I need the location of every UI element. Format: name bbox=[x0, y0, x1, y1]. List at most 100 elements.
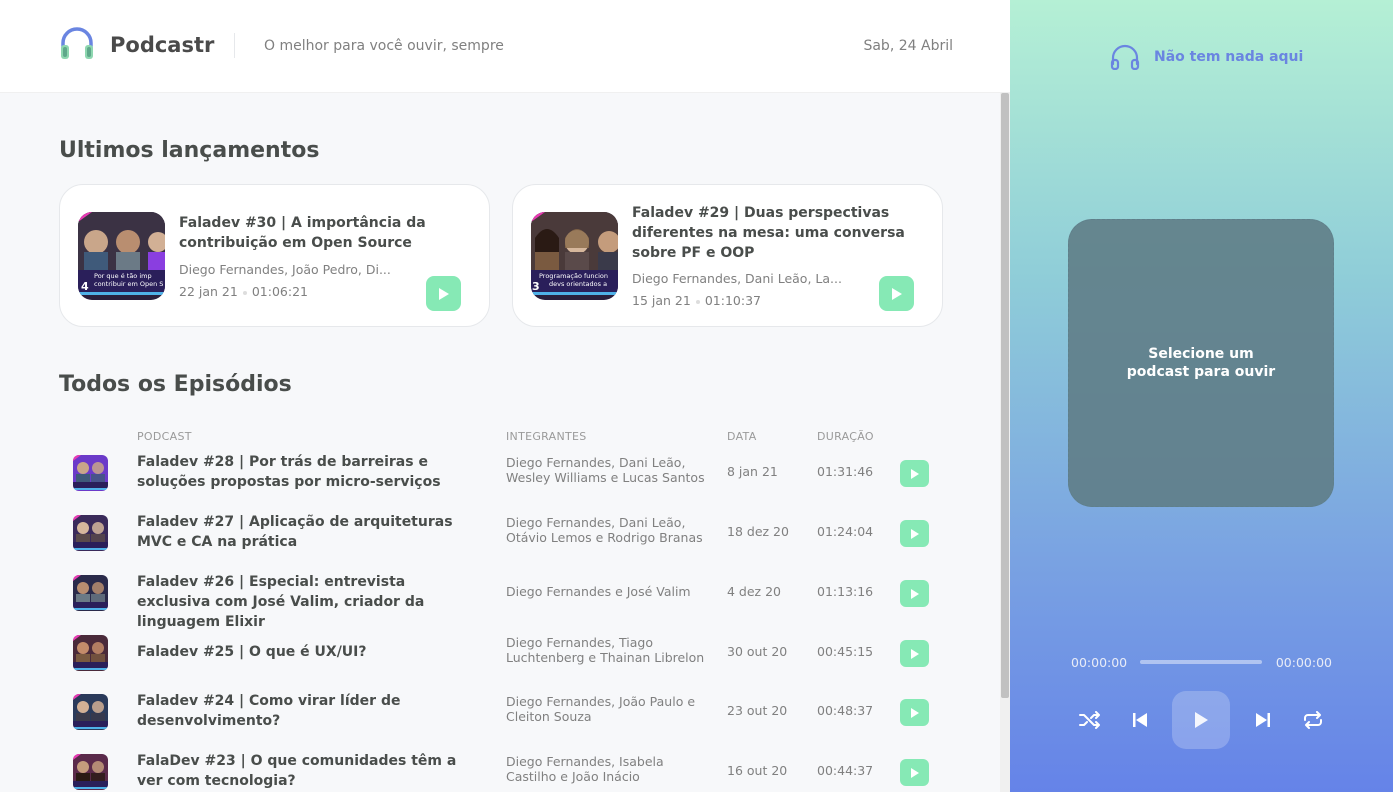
table-row: FalaDev #23 | O que comunidades têm a ve… bbox=[59, 751, 949, 792]
scrollbar-track[interactable] bbox=[1000, 93, 1010, 792]
play-episode-button[interactable] bbox=[900, 759, 929, 786]
episode-duration: 01:10:37 bbox=[704, 293, 761, 308]
table-row: Faladev #25 | O que é UX/UI? Diego Ferna… bbox=[59, 632, 949, 692]
player-header-text: Não tem nada aqui bbox=[1154, 49, 1304, 65]
episode-thumbnail bbox=[73, 455, 108, 491]
episode-meta: 15 jan 21 01:10:37 bbox=[632, 293, 761, 308]
play-episode-button[interactable] bbox=[900, 699, 929, 726]
episode-date: 15 jan 21 bbox=[632, 293, 691, 308]
play-icon bbox=[910, 468, 919, 479]
svg-text:devs orientados a: devs orientados a bbox=[549, 280, 607, 288]
separator-dot bbox=[242, 290, 247, 295]
episode-duration: 01:06:21 bbox=[251, 284, 308, 299]
episode-duration: 01:13:16 bbox=[817, 584, 874, 599]
latest-episode-card[interactable]: 3 Programação funcion devs orientados a … bbox=[512, 184, 943, 327]
header-divider bbox=[234, 33, 235, 58]
episode-date: 4 dez 20 bbox=[727, 584, 781, 599]
scrollbar-thumb[interactable] bbox=[1001, 93, 1009, 698]
main-content: Podcastr O melhor para você ouvir, sempr… bbox=[0, 0, 1010, 792]
svg-text:Por que é tão imp: Por que é tão imp bbox=[94, 272, 152, 280]
play-episode-button[interactable] bbox=[900, 580, 929, 607]
thumb-number: 4 bbox=[81, 280, 89, 293]
episode-title-link[interactable]: Faladev #29 | Duas perspectivas diferent… bbox=[632, 203, 928, 263]
app-tagline: O melhor para você ouvir, sempre bbox=[264, 38, 504, 54]
episode-duration: 01:24:04 bbox=[817, 524, 874, 539]
episode-title-link[interactable]: Faladev #26 | Especial: entrevista exclu… bbox=[137, 572, 482, 632]
total-time: 00:00:00 bbox=[1275, 655, 1332, 670]
previous-button[interactable] bbox=[1120, 700, 1160, 740]
episode-members: Diego Fernandes, Dani Leão, La... bbox=[632, 271, 842, 286]
play-icon bbox=[910, 767, 919, 778]
play-episode-button[interactable] bbox=[900, 520, 929, 547]
episode-duration: 00:48:37 bbox=[817, 703, 874, 718]
episode-title-link[interactable]: Faladev #27 | Aplicação de arquiteturas … bbox=[137, 512, 482, 552]
episode-members: Diego Fernandes, Tiago Luchtenberg e Tha… bbox=[506, 635, 705, 665]
repeat-button[interactable] bbox=[1293, 700, 1333, 740]
episode-thumbnail[interactable]: 3 Programação funcion devs orientados a bbox=[531, 212, 618, 300]
episode-members: Diego Fernandes, João Pedro, Di... bbox=[179, 262, 391, 277]
empty-player-placeholder: Selecione um podcast para ouvir bbox=[1068, 219, 1334, 507]
episode-thumbnail bbox=[73, 754, 108, 790]
svg-text:Programação funcion: Programação funcion bbox=[539, 272, 608, 280]
skip-previous-icon bbox=[1133, 713, 1147, 727]
current-date: Sab, 24 Abril bbox=[863, 38, 953, 54]
play-icon bbox=[910, 588, 919, 599]
episode-duration: 00:44:37 bbox=[817, 763, 874, 778]
headphones-logo-icon bbox=[61, 27, 93, 59]
svg-text:contribuir em Open S: contribuir em Open S bbox=[94, 280, 163, 288]
progress-slider[interactable] bbox=[1140, 660, 1262, 664]
episode-members: Diego Fernandes, Isabela Castilho e João… bbox=[506, 754, 664, 784]
episode-date: 23 out 20 bbox=[727, 703, 788, 718]
episode-date: 30 out 20 bbox=[727, 644, 788, 659]
table-row: Faladev #26 | Especial: entrevista exclu… bbox=[59, 572, 949, 632]
play-episode-button[interactable] bbox=[900, 460, 929, 487]
latest-episode-card[interactable]: 4 Por que é tão imp contribuir em Open S… bbox=[59, 184, 490, 327]
headphones-icon bbox=[1110, 44, 1140, 70]
episode-date: 22 jan 21 bbox=[179, 284, 238, 299]
episode-members: Diego Fernandes, João Paulo e Cleiton So… bbox=[506, 694, 696, 724]
thumb-number: 3 bbox=[532, 280, 540, 293]
column-header-date: DATA bbox=[727, 430, 757, 443]
play-icon bbox=[910, 528, 919, 539]
app-logo-text: Podcastr bbox=[110, 33, 215, 57]
episode-date: 16 out 20 bbox=[727, 763, 788, 778]
episode-date: 18 dez 20 bbox=[727, 524, 789, 539]
column-header-duration: DURAÇÃO bbox=[817, 430, 874, 443]
episode-title-link[interactable]: Faladev #30 | A importância da contribui… bbox=[179, 213, 479, 253]
next-button[interactable] bbox=[1243, 700, 1283, 740]
player-panel: Não tem nada aqui Selecione um podcast p… bbox=[1010, 0, 1393, 792]
separator-dot bbox=[695, 299, 700, 304]
episode-date: 8 jan 21 bbox=[727, 464, 778, 479]
episode-members: Diego Fernandes, Dani Leão, Otávio Lemos… bbox=[506, 515, 703, 545]
play-pause-button[interactable] bbox=[1172, 691, 1230, 749]
episode-duration: 01:31:46 bbox=[817, 464, 874, 479]
play-icon bbox=[1195, 712, 1208, 728]
table-row: Faladev #24 | Como virar líder de desenv… bbox=[59, 691, 949, 751]
play-icon bbox=[891, 287, 902, 300]
episode-title-link[interactable]: Faladev #28 | Por trás de barreiras e so… bbox=[137, 452, 482, 492]
table-row: Faladev #27 | Aplicação de arquiteturas … bbox=[59, 512, 949, 572]
play-episode-button[interactable] bbox=[900, 640, 929, 667]
episode-duration: 00:45:15 bbox=[817, 644, 874, 659]
play-episode-button[interactable] bbox=[879, 276, 914, 311]
episode-thumbnail[interactable]: 4 Por que é tão imp contribuir em Open S bbox=[78, 212, 165, 300]
repeat-icon bbox=[1304, 711, 1322, 729]
episode-title-link[interactable]: FalaDev #23 | O que comunidades têm a ve… bbox=[137, 751, 482, 791]
column-header-podcast: PODCAST bbox=[137, 430, 192, 443]
latest-section-title: Ultimos lançamentos bbox=[59, 138, 320, 163]
current-time: 00:00:00 bbox=[1071, 655, 1128, 670]
empty-player-message: Selecione um podcast para ouvir bbox=[1126, 346, 1276, 380]
episode-thumbnail bbox=[73, 515, 108, 551]
shuffle-button[interactable] bbox=[1070, 700, 1110, 740]
column-header-members: INTEGRANTES bbox=[506, 430, 587, 443]
episode-thumbnail bbox=[73, 575, 108, 611]
play-episode-button[interactable] bbox=[426, 276, 461, 311]
episode-thumbnail bbox=[73, 694, 108, 730]
episode-title-link[interactable]: Faladev #25 | O que é UX/UI? bbox=[137, 642, 482, 662]
episode-title-link[interactable]: Faladev #24 | Como virar líder de desenv… bbox=[137, 691, 482, 731]
player-header: Não tem nada aqui bbox=[1110, 44, 1303, 70]
all-episodes-section-title: Todos os Episódios bbox=[59, 372, 292, 397]
episode-meta: 22 jan 21 01:06:21 bbox=[179, 284, 308, 299]
app-header: Podcastr O melhor para você ouvir, sempr… bbox=[0, 0, 1010, 93]
shuffle-icon bbox=[1079, 711, 1100, 729]
